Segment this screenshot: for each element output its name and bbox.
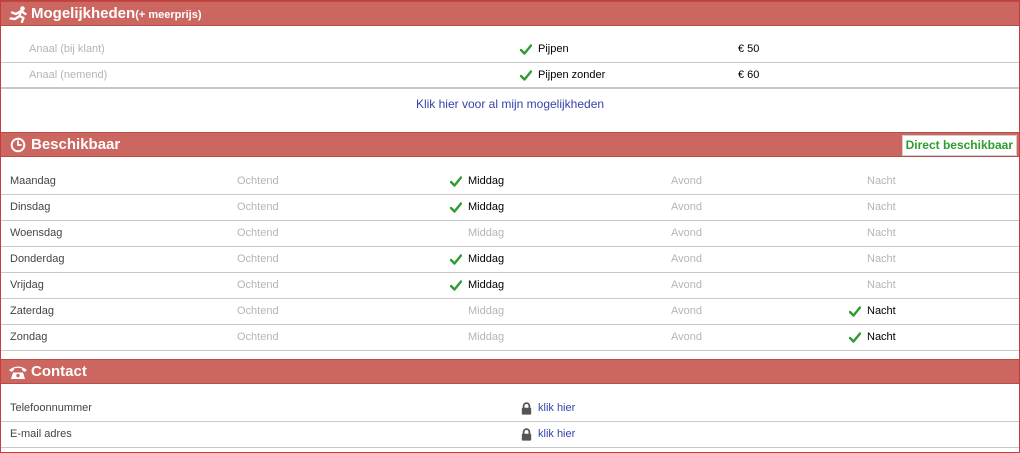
checkmark-icon — [519, 44, 533, 58]
slot-available: Middag — [468, 279, 505, 291]
slot-unavailable: Ochtend — [237, 331, 279, 343]
options-title: Mogelijkheden(+ meerprijs) — [31, 5, 202, 22]
slot-unavailable: Avond — [671, 305, 702, 317]
profile-panel: Mogelijkheden(+ meerprijs) Anaal (bij kl… — [0, 0, 1020, 453]
slot-unavailable: Middag — [468, 331, 505, 343]
slot-unavailable: Ochtend — [237, 201, 279, 213]
reveal-contact-link[interactable]: klik hier — [538, 396, 575, 421]
contact-label: E-mail adres — [10, 428, 72, 440]
checkmark-icon — [449, 254, 463, 268]
contact-header: Contact — [1, 359, 1019, 384]
contact-label: Telefoonnummer — [10, 402, 92, 414]
availability-title: Beschikbaar — [31, 136, 121, 153]
slot-unavailable: Ochtend — [237, 305, 279, 317]
contact-row: E-mail adres klik hier — [1, 422, 1019, 448]
slot-unavailable: Avond — [671, 331, 702, 343]
option-price: € 50 — [738, 43, 760, 55]
checkmark-icon — [449, 176, 463, 190]
options-divider — [1, 87, 1019, 88]
slot-available: Nacht — [867, 331, 896, 343]
all-options-link[interactable]: Klik hier voor al mijn mogelijkheden — [416, 97, 604, 111]
slot-unavailable: Avond — [671, 253, 702, 265]
slot-unavailable: Avond — [671, 227, 702, 239]
slot-unavailable: Avond — [671, 279, 702, 291]
day-label: Maandag — [10, 175, 56, 187]
slot-unavailable: Nacht — [867, 227, 896, 239]
slot-available: Middag — [468, 253, 505, 265]
availability-header: Beschikbaar Direct beschikbaar — [1, 132, 1019, 157]
option-extra: Pijpen — [538, 43, 569, 55]
slot-unavailable: Ochtend — [237, 279, 279, 291]
option-price: € 60 — [738, 69, 760, 81]
slot-available: Middag — [468, 175, 505, 187]
availability-row: Zaterdag Ochtend Middag Avond Nacht — [1, 299, 1019, 325]
direct-available-badge: Direct beschikbaar — [901, 135, 1017, 156]
lock-icon — [521, 402, 532, 418]
day-label: Donderdag — [10, 253, 65, 265]
slot-unavailable: Ochtend — [237, 175, 279, 187]
option-extra: Pijpen zonder — [538, 69, 606, 81]
availability-row: Woensdag Ochtend Middag Avond Nacht — [1, 221, 1019, 247]
availability-row: Maandag Ochtend Middag Avond Nacht — [1, 169, 1019, 195]
contact-title: Contact — [31, 363, 87, 380]
option-row: Anaal (nemend) Pijpen zonder € 60 — [1, 63, 1019, 89]
option-name: Anaal (bij klant) — [29, 43, 105, 55]
slot-unavailable: Middag — [468, 305, 505, 317]
day-label: Vrijdag — [10, 279, 44, 291]
slot-unavailable: Middag — [468, 227, 505, 239]
day-label: Zaterdag — [10, 305, 55, 317]
option-row: Anaal (bij klant) Pijpen € 50 — [1, 37, 1019, 63]
checkmark-icon — [449, 202, 463, 216]
day-label: Dinsdag — [10, 201, 51, 213]
slot-unavailable: Ochtend — [237, 227, 279, 239]
telephone-icon — [9, 366, 27, 379]
availability-row: Zondag Ochtend Middag Avond Nacht — [1, 325, 1019, 351]
slot-unavailable: Nacht — [867, 175, 896, 187]
option-name: Anaal (nemend) — [29, 69, 108, 81]
slot-unavailable: Nacht — [867, 253, 896, 265]
contact-row: Telefoonnummer klik hier — [1, 396, 1019, 422]
checkmark-icon — [519, 70, 533, 84]
options-header: Mogelijkheden(+ meerprijs) — [1, 1, 1019, 26]
slot-available: Middag — [468, 201, 505, 213]
availability-row: Vrijdag Ochtend Middag Avond Nacht — [1, 273, 1019, 299]
day-label: Zondag — [10, 331, 48, 343]
checkmark-icon — [449, 280, 463, 294]
runner-icon — [9, 6, 27, 23]
availability-row: Donderdag Ochtend Middag Avond Nacht — [1, 247, 1019, 273]
slot-unavailable: Nacht — [867, 201, 896, 213]
slot-unavailable: Nacht — [867, 279, 896, 291]
day-label: Woensdag — [10, 227, 63, 239]
slot-available: Nacht — [867, 305, 896, 317]
checkmark-icon — [848, 306, 862, 320]
clock-icon — [10, 137, 26, 153]
options-subtitle: (+ meerprijs) — [135, 9, 202, 21]
checkmark-icon — [848, 332, 862, 346]
reveal-contact-link[interactable]: klik hier — [538, 422, 575, 447]
slot-unavailable: Avond — [671, 201, 702, 213]
slot-unavailable: Ochtend — [237, 253, 279, 265]
lock-icon — [521, 428, 532, 444]
slot-unavailable: Avond — [671, 175, 702, 187]
availability-row: Dinsdag Ochtend Middag Avond Nacht — [1, 195, 1019, 221]
